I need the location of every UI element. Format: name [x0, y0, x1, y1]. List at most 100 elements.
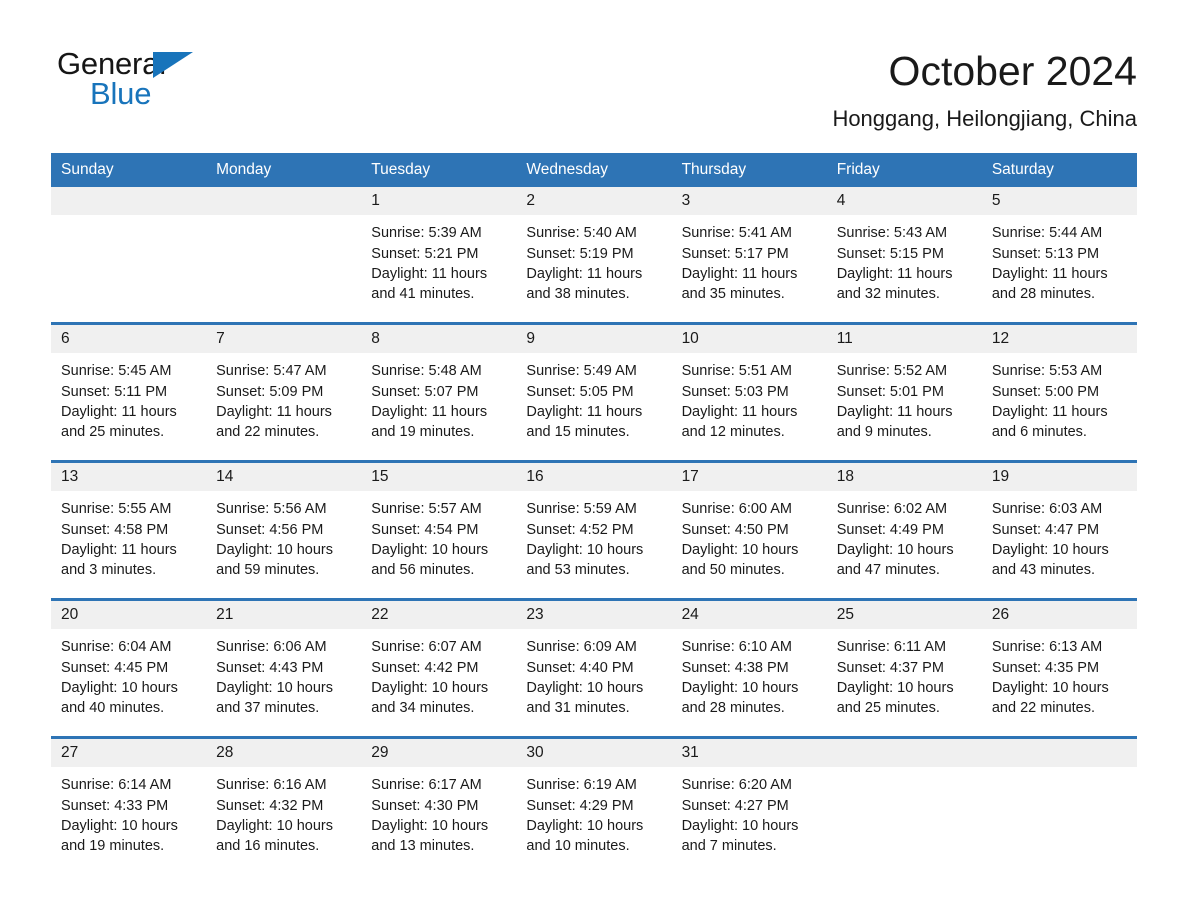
day-details: Sunrise: 6:03 AM Sunset: 4:47 PM Dayligh… — [982, 491, 1137, 580]
daylight-text-line2: and 38 minutes. — [526, 286, 630, 303]
day-cell[interactable]: 21 Sunrise: 6:06 AM Sunset: 4:43 PM Dayl… — [206, 598, 362, 738]
day-cell[interactable]: 23 Sunrise: 6:09 AM Sunset: 4:40 PM Dayl… — [516, 598, 672, 738]
day-details: Sunrise: 5:39 AM Sunset: 5:21 PM Dayligh… — [361, 215, 516, 304]
day-cell[interactable] — [826, 736, 982, 875]
weekday-header-tuesday: Tuesday — [361, 153, 517, 188]
day-cell[interactable]: 19 Sunrise: 6:03 AM Sunset: 4:47 PM Dayl… — [981, 460, 1137, 600]
calendar-table: Sunday Monday Tuesday Wednesday Thursday… — [51, 153, 1137, 875]
sunrise-text: Sunrise: 5:43 AM — [836, 225, 948, 242]
day-cell[interactable]: 17 Sunrise: 6:00 AM Sunset: 4:50 PM Dayl… — [671, 460, 827, 600]
sunset-text: Sunset: 4:56 PM — [216, 521, 324, 538]
day-cell[interactable]: 9 Sunrise: 5:49 AM Sunset: 5:05 PM Dayli… — [516, 322, 672, 462]
day-details: Sunrise: 6:00 AM Sunset: 4:50 PM Dayligh… — [672, 491, 827, 580]
sunrise-text: Sunrise: 5:45 AM — [61, 363, 172, 380]
day-number: 30 — [516, 739, 672, 768]
day-number: 28 — [206, 739, 362, 768]
sunrise-text: Sunrise: 6:14 AM — [61, 777, 172, 794]
day-cell[interactable]: 27 Sunrise: 6:14 AM Sunset: 4:33 PM Dayl… — [51, 736, 207, 875]
daylight-text-line1: Daylight: 10 hours — [526, 817, 644, 834]
day-cell[interactable]: 30 Sunrise: 6:19 AM Sunset: 4:29 PM Dayl… — [516, 736, 672, 875]
day-cell[interactable]: 25 Sunrise: 6:11 AM Sunset: 4:37 PM Dayl… — [826, 598, 982, 738]
daylight-text-line2: and 22 minutes. — [216, 424, 320, 441]
day-cell[interactable]: 14 Sunrise: 5:56 AM Sunset: 4:56 PM Dayl… — [206, 460, 362, 600]
day-details: Sunrise: 5:51 AM Sunset: 5:03 PM Dayligh… — [672, 353, 827, 442]
day-cell[interactable]: 2 Sunrise: 5:40 AM Sunset: 5:19 PM Dayli… — [516, 187, 672, 324]
day-number: 20 — [51, 601, 207, 630]
daylight-text-line1: Daylight: 10 hours — [681, 679, 799, 696]
daylight-text-line2: and 40 minutes. — [61, 700, 165, 717]
day-cell[interactable] — [51, 187, 207, 324]
day-cell[interactable]: 4 Sunrise: 5:43 AM Sunset: 5:15 PM Dayli… — [826, 187, 982, 324]
day-number — [826, 739, 982, 768]
day-cell[interactable]: 6 Sunrise: 5:45 AM Sunset: 5:11 PM Dayli… — [51, 322, 207, 462]
daylight-text-line1: Daylight: 10 hours — [681, 817, 799, 834]
sunrise-text: Sunrise: 6:13 AM — [991, 639, 1103, 656]
day-cell[interactable]: 1 Sunrise: 5:39 AM Sunset: 5:21 PM Dayli… — [361, 187, 517, 324]
day-cell[interactable]: 13 Sunrise: 5:55 AM Sunset: 4:58 PM Dayl… — [51, 460, 207, 600]
calendar-week-row: 6 Sunrise: 5:45 AM Sunset: 5:11 PM Dayli… — [51, 322, 1137, 462]
daylight-text-line1: Daylight: 10 hours — [216, 817, 334, 834]
day-number — [981, 739, 1137, 768]
weekday-header-wednesday: Wednesday — [516, 153, 672, 188]
daylight-text-line2: and 10 minutes. — [526, 838, 630, 855]
weekday-header-friday: Friday — [826, 153, 982, 188]
sunset-text: Sunset: 5:03 PM — [681, 383, 789, 400]
sunset-text: Sunset: 4:40 PM — [526, 659, 634, 676]
sunset-text: Sunset: 5:13 PM — [991, 245, 1100, 262]
day-cell[interactable]: 11 Sunrise: 5:52 AM Sunset: 5:01 PM Dayl… — [826, 322, 982, 462]
daylight-text-line1: Daylight: 10 hours — [61, 817, 178, 834]
weekday-header-saturday: Saturday — [981, 153, 1137, 188]
day-details — [51, 215, 206, 223]
sunrise-text: Sunrise: 5:49 AM — [526, 363, 637, 380]
daylight-text-line2: and 9 minutes. — [836, 424, 932, 441]
day-cell[interactable]: 29 Sunrise: 6:17 AM Sunset: 4:30 PM Dayl… — [361, 736, 517, 875]
day-cell[interactable]: 24 Sunrise: 6:10 AM Sunset: 4:38 PM Dayl… — [671, 598, 827, 738]
daylight-text-line2: and 19 minutes. — [371, 424, 475, 441]
sunrise-text: Sunrise: 6:03 AM — [991, 501, 1103, 518]
day-cell[interactable]: 7 Sunrise: 5:47 AM Sunset: 5:09 PM Dayli… — [206, 322, 362, 462]
daylight-text-line2: and 6 minutes. — [991, 424, 1087, 441]
sunset-text: Sunset: 4:37 PM — [836, 659, 944, 676]
day-cell[interactable] — [981, 736, 1137, 875]
sunset-text: Sunset: 5:07 PM — [371, 383, 479, 400]
day-number: 5 — [981, 187, 1137, 216]
day-cell[interactable]: 8 Sunrise: 5:48 AM Sunset: 5:07 PM Dayli… — [361, 322, 517, 462]
day-cell[interactable]: 3 Sunrise: 5:41 AM Sunset: 5:17 PM Dayli… — [671, 187, 827, 324]
sunrise-text: Sunrise: 5:48 AM — [371, 363, 482, 380]
calendar-week-row: 20 Sunrise: 6:04 AM Sunset: 4:45 PM Dayl… — [51, 598, 1137, 738]
sunset-text: Sunset: 4:43 PM — [216, 659, 324, 676]
day-cell[interactable]: 18 Sunrise: 6:02 AM Sunset: 4:49 PM Dayl… — [826, 460, 982, 600]
day-cell[interactable]: 12 Sunrise: 5:53 AM Sunset: 5:00 PM Dayl… — [981, 322, 1137, 462]
day-cell[interactable]: 15 Sunrise: 5:57 AM Sunset: 4:54 PM Dayl… — [361, 460, 517, 600]
daylight-text-line1: Daylight: 11 hours — [61, 541, 177, 558]
daylight-text-line1: Daylight: 11 hours — [836, 265, 953, 282]
weekday-header-monday: Monday — [206, 153, 362, 188]
daylight-text-line1: Daylight: 10 hours — [216, 541, 334, 558]
calendar-week-row: 27 Sunrise: 6:14 AM Sunset: 4:33 PM Dayl… — [51, 736, 1137, 875]
day-cell[interactable]: 10 Sunrise: 5:51 AM Sunset: 5:03 PM Dayl… — [671, 322, 827, 462]
day-cell[interactable]: 31 Sunrise: 6:20 AM Sunset: 4:27 PM Dayl… — [671, 736, 827, 875]
day-cell[interactable] — [206, 187, 362, 324]
day-details: Sunrise: 5:55 AM Sunset: 4:58 PM Dayligh… — [51, 491, 206, 580]
day-cell[interactable]: 28 Sunrise: 6:16 AM Sunset: 4:32 PM Dayl… — [206, 736, 362, 875]
day-cell[interactable]: 22 Sunrise: 6:07 AM Sunset: 4:42 PM Dayl… — [361, 598, 517, 738]
sunrise-text: Sunrise: 5:55 AM — [61, 501, 172, 518]
day-number: 1 — [361, 187, 517, 216]
daylight-text-line1: Daylight: 11 hours — [991, 403, 1108, 420]
day-cell[interactable]: 5 Sunrise: 5:44 AM Sunset: 5:13 PM Dayli… — [981, 187, 1137, 324]
day-details: Sunrise: 5:56 AM Sunset: 4:56 PM Dayligh… — [206, 491, 361, 580]
daylight-text-line1: Daylight: 10 hours — [526, 679, 644, 696]
day-cell[interactable]: 16 Sunrise: 5:59 AM Sunset: 4:52 PM Dayl… — [516, 460, 672, 600]
sunrise-text: Sunrise: 5:40 AM — [526, 225, 637, 242]
day-details: Sunrise: 6:19 AM Sunset: 4:29 PM Dayligh… — [516, 767, 671, 856]
day-cell[interactable]: 20 Sunrise: 6:04 AM Sunset: 4:45 PM Dayl… — [51, 598, 207, 738]
day-details: Sunrise: 5:41 AM Sunset: 5:17 PM Dayligh… — [672, 215, 827, 304]
day-details: Sunrise: 6:17 AM Sunset: 4:30 PM Dayligh… — [361, 767, 516, 856]
day-cell[interactable]: 26 Sunrise: 6:13 AM Sunset: 4:35 PM Dayl… — [981, 598, 1137, 738]
sunrise-text: Sunrise: 6:17 AM — [371, 777, 482, 794]
sunset-text: Sunset: 4:49 PM — [836, 521, 944, 538]
sunset-text: Sunset: 4:29 PM — [526, 797, 634, 814]
sunset-text: Sunset: 4:35 PM — [991, 659, 1100, 676]
sunset-text: Sunset: 5:11 PM — [61, 383, 168, 400]
sunrise-text: Sunrise: 5:47 AM — [216, 363, 327, 380]
